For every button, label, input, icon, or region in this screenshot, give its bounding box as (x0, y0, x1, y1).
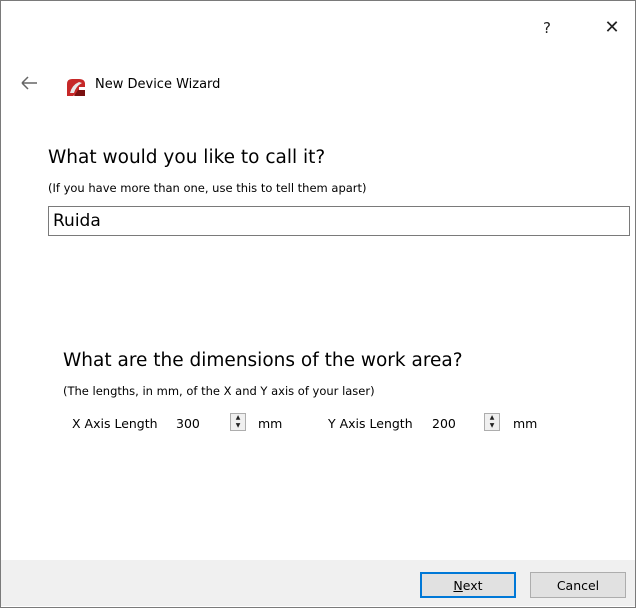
x-axis-spinner[interactable]: ▲ ▼ (230, 413, 246, 431)
device-name-input[interactable] (48, 206, 630, 236)
name-hint: (If you have more than one, use this to … (48, 181, 367, 195)
x-axis-unit: mm (258, 416, 283, 431)
y-axis-value[interactable]: 200 (432, 416, 456, 431)
spin-down-icon[interactable]: ▼ (485, 422, 499, 430)
y-axis-unit: mm (513, 416, 538, 431)
wizard-app-icon (66, 77, 86, 97)
y-axis-label: Y Axis Length (328, 416, 413, 431)
dimensions-hint: (The lengths, in mm, of the X and Y axis… (63, 384, 375, 398)
spin-down-icon[interactable]: ▼ (231, 422, 245, 430)
x-axis-value[interactable]: 300 (176, 416, 200, 431)
dimensions-heading: What are the dimensions of the work area… (63, 350, 463, 371)
x-axis-label: X Axis Length (72, 416, 158, 431)
name-heading: What would you like to call it? (48, 147, 326, 168)
next-label-rest: ext (462, 577, 483, 593)
close-button[interactable]: ✕ (598, 14, 626, 42)
wizard-title: New Device Wizard (95, 77, 221, 92)
cancel-button[interactable]: Cancel (530, 572, 626, 598)
next-button[interactable]: Next (420, 572, 516, 598)
y-axis-spinner[interactable]: ▲ ▼ (484, 413, 500, 431)
spin-up-icon[interactable]: ▲ (231, 414, 245, 422)
next-mnemonic: N (453, 577, 463, 593)
back-arrow-icon[interactable] (20, 74, 40, 92)
spin-up-icon[interactable]: ▲ (485, 414, 499, 422)
help-button[interactable]: ? (533, 14, 561, 42)
